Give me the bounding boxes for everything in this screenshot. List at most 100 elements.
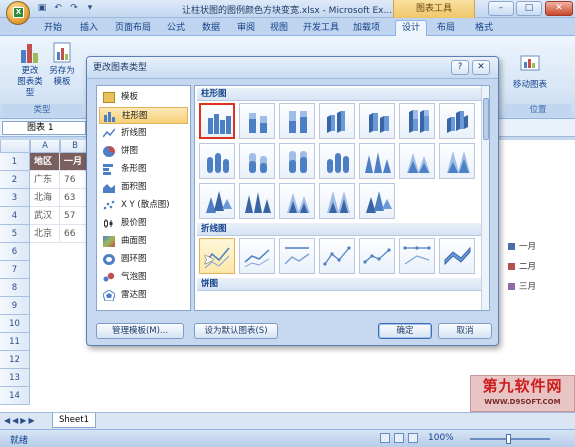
category-bubble[interactable]: 气泡图: [99, 269, 188, 286]
office-button[interactable]: X: [6, 1, 30, 25]
clustered-cylinder-option[interactable]: [199, 143, 235, 179]
3d-cone-option[interactable]: [199, 183, 235, 219]
category-radar[interactable]: 雷达图: [99, 287, 188, 304]
table-cell[interactable]: 广东: [30, 171, 60, 189]
ok-button[interactable]: 确定: [378, 323, 432, 339]
percent-stacked-line-with-markers-option[interactable]: [399, 238, 435, 274]
tab-layout[interactable]: 布局: [437, 21, 455, 36]
stacked-pyramid-option[interactable]: [279, 183, 315, 219]
row-header[interactable]: 2: [0, 171, 30, 189]
3d-stacked-column-option[interactable]: [359, 103, 395, 139]
tab-page-layout[interactable]: 页面布局: [115, 21, 151, 36]
3d-cylinder-option[interactable]: [319, 143, 355, 179]
row-header[interactable]: 1: [0, 153, 30, 171]
select-all-corner[interactable]: [0, 140, 30, 153]
category-stock[interactable]: 股价图: [99, 215, 188, 232]
tab-developer[interactable]: 开发工具: [303, 21, 339, 36]
row-header[interactable]: 8: [0, 279, 30, 297]
legend-entry[interactable]: 一月: [508, 240, 536, 252]
3d-pyramid-option[interactable]: [359, 183, 395, 219]
row-header[interactable]: 3: [0, 189, 30, 207]
row-header[interactable]: 6: [0, 243, 30, 261]
stacked-line-with-markers-option[interactable]: [359, 238, 395, 274]
dialog-close-button[interactable]: ✕: [472, 60, 490, 75]
sheet-tab[interactable]: Sheet1: [52, 413, 96, 428]
row-header[interactable]: 13: [0, 369, 30, 387]
category-templates[interactable]: 模板: [99, 89, 188, 106]
stacked-cylinder-option[interactable]: [239, 143, 275, 179]
stacked-column-option[interactable]: [239, 103, 275, 139]
table-cell[interactable]: 北海: [30, 189, 60, 207]
clustered-column-option[interactable]: [199, 103, 235, 139]
row-header[interactable]: 9: [0, 297, 30, 315]
maximize-button[interactable]: □: [516, 1, 542, 16]
category-area[interactable]: 面积图: [99, 179, 188, 196]
tab-home[interactable]: 开始: [44, 21, 62, 36]
tab-review[interactable]: 审阅: [237, 21, 255, 36]
row-header[interactable]: 11: [0, 333, 30, 351]
table-cell[interactable]: 武汉: [30, 207, 60, 225]
set-as-default-button[interactable]: 设为默认图表(S): [194, 323, 278, 339]
zoom-slider-handle[interactable]: [506, 434, 511, 444]
percent-stacked-pyramid-option[interactable]: [319, 183, 355, 219]
tab-formulas[interactable]: 公式: [167, 21, 185, 36]
clustered-cone-option[interactable]: [359, 143, 395, 179]
row-header[interactable]: 7: [0, 261, 30, 279]
3d-clustered-column-option[interactable]: [319, 103, 355, 139]
tab-view[interactable]: 视图: [270, 21, 288, 36]
category-bar[interactable]: 条形图: [99, 161, 188, 178]
legend-entry[interactable]: 二月: [508, 260, 536, 272]
3d-percent-stacked-column-option[interactable]: [399, 103, 435, 139]
table-header-cell[interactable]: 地区: [30, 153, 60, 171]
tab-add-ins[interactable]: 加载项: [353, 21, 380, 36]
gallery-scrollbar-thumb[interactable]: [483, 98, 489, 140]
percent-stacked-line-option[interactable]: [279, 238, 315, 274]
gallery-scrollbar[interactable]: [481, 86, 489, 310]
stacked-cone-option[interactable]: [399, 143, 435, 179]
category-pie[interactable]: 饼图: [99, 143, 188, 160]
tab-format[interactable]: 格式: [475, 21, 493, 36]
category-line[interactable]: 折线图: [99, 125, 188, 142]
manage-templates-button[interactable]: 管理模板(M)...: [96, 323, 184, 339]
close-button[interactable]: ✕: [545, 1, 573, 16]
column-header[interactable]: A: [30, 140, 60, 153]
tab-insert[interactable]: 插入: [80, 21, 98, 36]
normal-view-icon[interactable]: [380, 433, 390, 443]
page-layout-view-icon[interactable]: [394, 433, 404, 443]
zoom-level[interactable]: 100%: [428, 433, 454, 443]
table-cell[interactable]: 北京: [30, 225, 60, 243]
help-button[interactable]: ?: [451, 60, 469, 75]
category-column[interactable]: 柱形图: [99, 107, 188, 124]
row-header[interactable]: 4: [0, 207, 30, 225]
move-chart-button[interactable]: 移动图表: [510, 40, 550, 91]
change-chart-type-button[interactable]: 更改 图表类型: [15, 40, 45, 99]
row-header[interactable]: 14: [0, 387, 30, 405]
category-doughnut[interactable]: 圆环图: [99, 251, 188, 268]
undo-icon[interactable]: ↶: [52, 3, 64, 14]
legend-entry[interactable]: 三月: [508, 280, 536, 292]
clustered-pyramid-option[interactable]: [239, 183, 275, 219]
line-with-markers-option[interactable]: [319, 238, 355, 274]
3d-line-option[interactable]: [439, 238, 475, 274]
redo-icon[interactable]: ↷: [68, 3, 80, 14]
minimize-button[interactable]: –: [488, 1, 514, 16]
save-as-template-button[interactable]: 另存为 模板: [47, 40, 77, 88]
category-surface[interactable]: 曲面图: [99, 233, 188, 250]
row-header[interactable]: 10: [0, 315, 30, 333]
stacked-line-option[interactable]: [239, 238, 275, 274]
percent-stacked-cylinder-option[interactable]: [279, 143, 315, 179]
cancel-button[interactable]: 取消: [438, 323, 492, 339]
category-scatter[interactable]: X Y (散点图): [99, 197, 188, 214]
save-icon[interactable]: ▣: [36, 3, 48, 14]
3d-column-option[interactable]: [439, 103, 475, 139]
percent-stacked-cone-option[interactable]: [439, 143, 475, 179]
row-header[interactable]: 12: [0, 351, 30, 369]
percent-stacked-column-option[interactable]: [279, 103, 315, 139]
sheet-nav-arrows-icon[interactable]: ◀◀▶▶: [4, 416, 37, 425]
tab-design[interactable]: 设计: [395, 20, 428, 37]
page-break-view-icon[interactable]: [408, 433, 418, 443]
name-box[interactable]: 图表 1: [2, 121, 86, 135]
tab-data[interactable]: 数据: [202, 21, 220, 36]
customize-qat-icon[interactable]: ▾: [84, 3, 96, 14]
row-header[interactable]: 5: [0, 225, 30, 243]
